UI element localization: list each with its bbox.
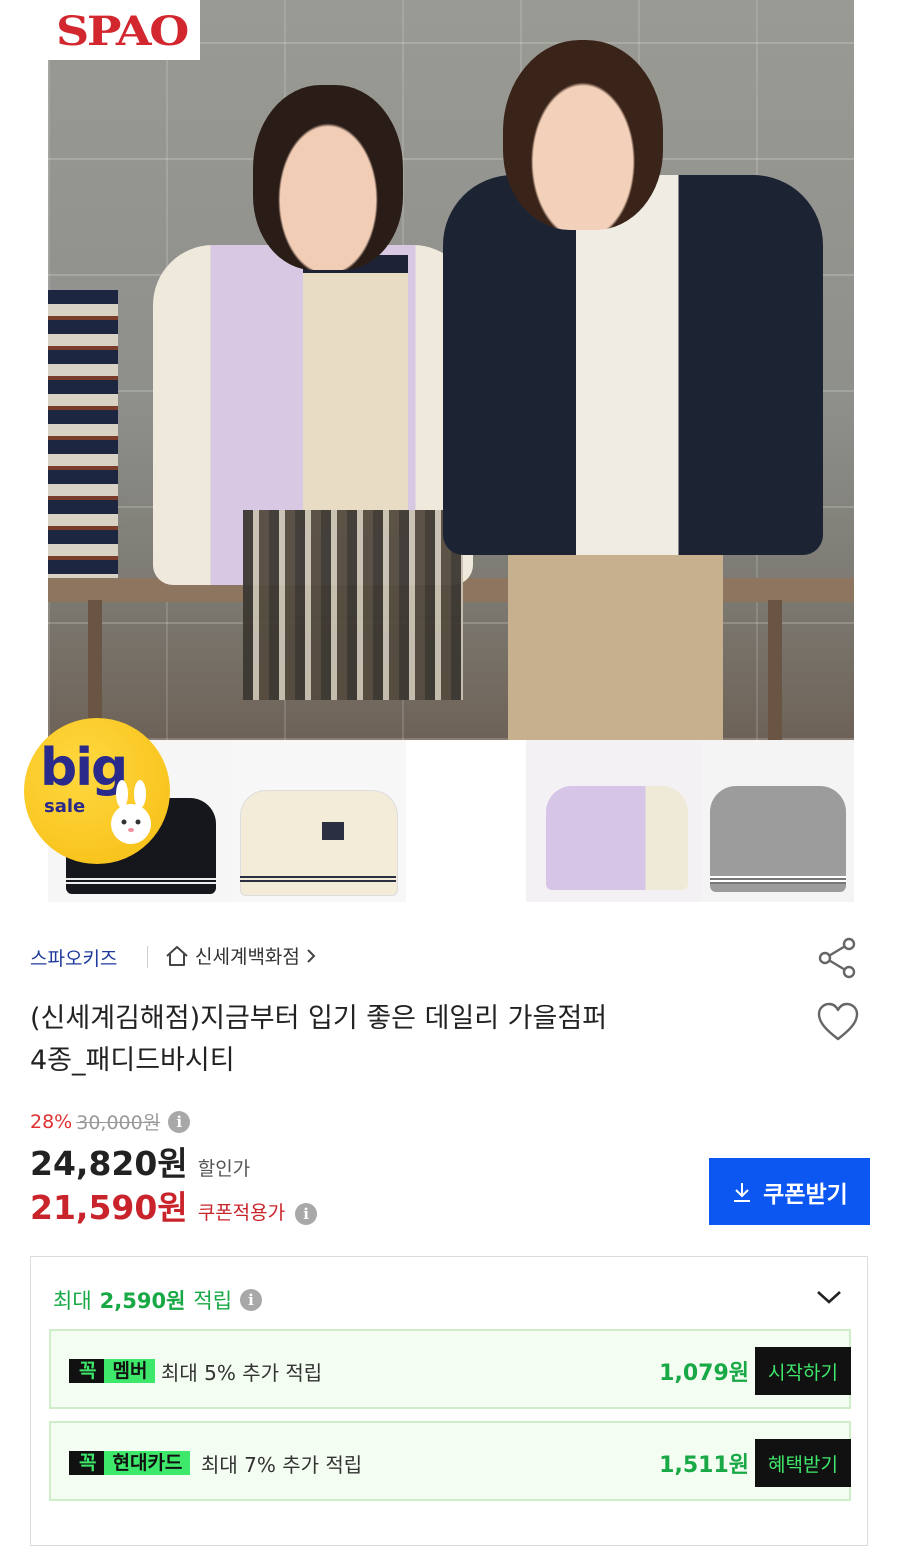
sale-price-label: 할인가 [197,1158,251,1180]
info-icon[interactable]: i [168,1110,191,1133]
start-button[interactable]: 시작하기 [755,1347,851,1395]
product-title-line2: 4종_패디드바시티 [30,1045,235,1076]
thumbnail-ivory-jacket[interactable] [230,740,406,902]
product-title-line1: (신세계김해점)지금부터 입기 좋은 데일리 가을점퍼 [30,1003,608,1034]
points-summary[interactable]: 최대 2,590원 적립 i [53,1285,263,1315]
boy-pants [508,540,723,740]
benefit-amount: 1,511원 [659,1453,749,1478]
brand-logo: SPAO [48,0,200,60]
info-icon[interactable]: i [240,1289,263,1311]
sale-price-row: 24,820원 할인가 [30,1137,250,1185]
chevron-right-icon [307,948,316,963]
sale-price: 24,820원 [30,1144,188,1183]
discount-row: 28% 30,000원 i [30,1108,191,1135]
coupon-price-label: 쿠폰적용가 [197,1202,286,1224]
benefit-desc: 최대 5% 추가 적립 [161,1361,323,1385]
discount-rate: 28% [30,1110,73,1133]
boy-head [503,40,663,230]
jacket-image [546,786,688,890]
points-amount: 2,590원 [99,1289,186,1313]
brand-logo-text: SPAO [56,8,189,55]
points-suffix: 적립 [193,1289,233,1313]
chevron-down-icon[interactable] [815,1287,843,1307]
benefit-desc: 최대 7% 추가 적립 [201,1453,363,1477]
thumbnail-lavender-jacket[interactable] [526,740,702,902]
product-title: (신세계김해점)지금부터 입기 좋은 데일리 가을점퍼 4종_패디드바시티 [30,998,770,1082]
jacket-band [710,876,846,884]
divider [147,946,148,968]
download-icon [734,1182,751,1202]
store-name: 신세계백화점 [195,946,300,968]
tag-kkok: 꼭 [69,1451,105,1475]
get-benefit-button[interactable]: 혜택받기 [755,1439,851,1487]
rabbit-icon [111,780,151,844]
product-main-image[interactable] [48,0,854,740]
coupon-price: 21,590원 [30,1188,188,1227]
coupon-button-label: 쿠폰받기 [763,1181,848,1208]
home-icon [166,945,188,966]
patch-80 [322,822,344,840]
bench-leg [768,600,782,740]
coupon-price-row: 21,590원 쿠폰적용가 i [30,1181,318,1229]
card-tag: 꼭 현대카드 [69,1451,191,1475]
points-prefix: 최대 [53,1289,92,1313]
thumbnail-gray-jacket[interactable] [702,740,854,902]
heart-icon[interactable] [815,1000,861,1044]
girl-head [253,85,403,270]
tag-name: 멤버 [104,1359,156,1383]
tag-name: 현대카드 [104,1451,191,1475]
brand-link[interactable]: 스파오키즈 [30,944,117,971]
card-benefit-row: 꼭 현대카드 최대 7% 추가 적립 1,511원 혜택받기 [49,1421,851,1501]
jacket-band [240,876,396,884]
original-price: 30,000원 [76,1112,161,1134]
benefit-amount: 1,079원 [659,1361,749,1386]
tag-kkok: 꼭 [69,1359,105,1383]
boy-jacket [443,175,823,555]
jacket-band [66,878,216,886]
girl-skirt [243,510,463,700]
badge-sale-text: sale [44,796,86,817]
info-icon[interactable]: i [295,1203,318,1225]
points-panel: 최대 2,590원 적립 i 꼭 멤버 최대 5% 추가 적립 1,079원 시… [30,1256,868,1546]
member-benefit-row: 꼭 멤버 최대 5% 추가 적립 1,079원 시작하기 [49,1329,851,1409]
background-clothes [48,290,118,590]
share-icon[interactable] [815,935,861,981]
member-tag: 꼭 멤버 [69,1359,156,1383]
coupon-download-button[interactable]: 쿠폰받기 [709,1158,870,1225]
girl-vest [303,255,408,533]
big-sale-badge: big sale [24,718,170,864]
store-link[interactable]: 신세계백화점 [165,942,316,969]
